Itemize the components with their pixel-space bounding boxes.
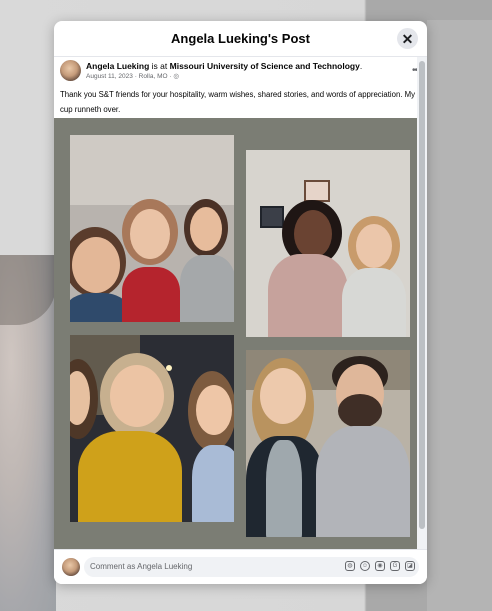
author-avatar[interactable] xyxy=(60,60,81,81)
meta-separator: · xyxy=(134,73,137,80)
comment-bar: Comment as Angela Lueking ◍ ☺ ◉ G ◪ xyxy=(54,549,427,584)
gif-icon[interactable]: G xyxy=(390,561,400,571)
photo-2[interactable] xyxy=(246,150,410,337)
commenter-avatar xyxy=(62,558,80,576)
post-text: Thank you S&T friends for your hospitali… xyxy=(60,90,416,114)
post-date[interactable]: August 11, 2023 xyxy=(86,73,133,80)
author-name[interactable]: Angela Lueking xyxy=(86,61,149,71)
photo-1[interactable] xyxy=(70,135,234,322)
sticker-icon[interactable]: ◪ xyxy=(405,561,415,571)
post-modal: Angela Lueking's Post ✕ Angela Lueking i… xyxy=(54,21,427,584)
place-link[interactable]: Missouri University of Science and Techn… xyxy=(170,61,360,71)
close-icon: ✕ xyxy=(401,30,414,47)
post-meta: August 11, 2023 · Rolla, MO · ◎ xyxy=(86,72,179,80)
photo-4[interactable] xyxy=(246,350,410,537)
avatar-icon[interactable]: ◍ xyxy=(345,561,355,571)
author-line: Angela Lueking is at Missouri University… xyxy=(86,61,362,71)
is-at-text: is at xyxy=(151,61,168,71)
globe-icon: ◎ xyxy=(173,73,180,80)
modal-header: Angela Lueking's Post ✕ xyxy=(54,21,427,57)
comment-actions: ◍ ☺ ◉ G ◪ xyxy=(345,561,415,571)
post-header: Angela Lueking is at Missouri University… xyxy=(60,60,420,86)
post-location[interactable]: Rolla, MO xyxy=(139,73,168,80)
camera-icon[interactable]: ◉ xyxy=(375,561,385,571)
close-button[interactable]: ✕ xyxy=(397,28,418,49)
scrollbar-thumb[interactable] xyxy=(419,61,425,529)
period: . xyxy=(359,61,363,71)
background-strip xyxy=(427,20,492,611)
modal-title: Angela Lueking's Post xyxy=(171,31,310,46)
photo-grid xyxy=(54,118,417,549)
photo-3[interactable] xyxy=(70,335,234,522)
emoji-icon[interactable]: ☺ xyxy=(360,561,370,571)
meta-separator: · xyxy=(169,73,172,80)
